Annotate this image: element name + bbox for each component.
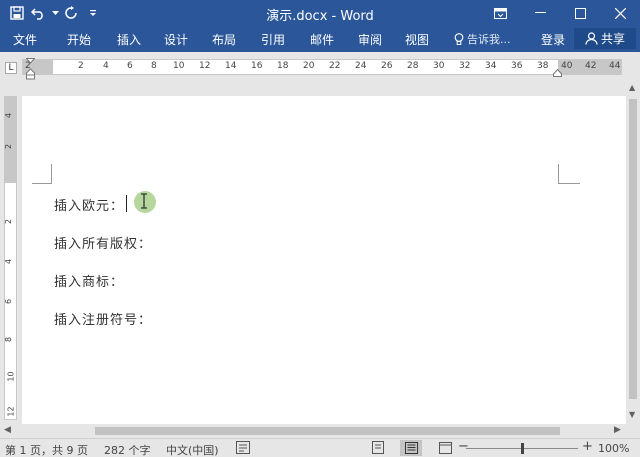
document-line: 插入所有版权：: [54, 237, 153, 252]
restore-icon[interactable]: [560, 0, 600, 26]
ruler-number: 40: [561, 61, 573, 71]
scroll-right-arrow-icon[interactable]: ▶: [614, 425, 621, 435]
tab-file[interactable]: 文件: [13, 31, 37, 48]
vertical-scrollbar[interactable]: ▲ ▼: [626, 79, 640, 424]
language-indicator[interactable]: 中文(中国): [166, 442, 219, 457]
ruler-number: 38: [537, 61, 549, 71]
web-layout-view-icon[interactable]: [434, 440, 456, 456]
ruler-number: 6: [127, 61, 133, 71]
horizontal-ruler[interactable]: 2 2 4 6 8 10 12 14 16 18 20 22 24 26 28 …: [22, 59, 622, 75]
document-line: 插入注册符号：: [54, 313, 153, 328]
ruler-number: 44: [609, 61, 621, 71]
ruler-number: 18: [277, 61, 289, 71]
status-bar: 第 1 页，共 9 页 282 个字 中文(中国) − + 100%: [0, 438, 640, 457]
vertical-ruler-top-margin: [5, 97, 16, 183]
vruler-number: 8: [4, 336, 14, 343]
tell-me-search[interactable]: 告诉我...: [454, 31, 511, 47]
ibeam-cursor-icon: [141, 193, 147, 209]
tab-mailings[interactable]: 邮件: [310, 31, 334, 48]
tab-insert[interactable]: 插入: [117, 31, 141, 48]
ribbon-display-options-icon[interactable]: [480, 0, 520, 26]
ruler-number: 26: [381, 61, 393, 71]
ruler-number: 16: [251, 61, 263, 71]
ruler-number: 24: [355, 61, 367, 71]
tab-design[interactable]: 设计: [164, 31, 188, 48]
ruler-number: 28: [407, 61, 419, 71]
zoom-level[interactable]: 100%: [598, 442, 629, 455]
text-cursor: [126, 195, 127, 212]
user-icon: [585, 32, 598, 45]
document-line: 插入欧元：: [54, 199, 125, 214]
vruler-number: 6: [4, 298, 14, 305]
document-page[interactable]: 插入欧元： 插入所有版权： 插入商标： 插入注册符号：: [22, 96, 626, 424]
ruler-number: 12: [199, 61, 211, 71]
zoom-out-button[interactable]: −: [458, 439, 469, 454]
ruler-number: 20: [303, 61, 315, 71]
vertical-ruler[interactable]: 4 2 2 4 6 8 10 12: [4, 96, 17, 420]
scroll-down-arrow-icon[interactable]: ▼: [629, 410, 635, 419]
share-button[interactable]: 共享: [574, 28, 636, 49]
horizontal-ruler-area: L 2 2 4 6 8 10 12 14 16 18 20 22 24 26 2…: [0, 57, 640, 79]
tab-stop-selector[interactable]: L: [5, 62, 17, 74]
ruler-number: 22: [329, 61, 341, 71]
title-bar: 演示.docx - Word: [0, 0, 640, 26]
scroll-left-arrow-icon[interactable]: ◀: [4, 425, 11, 435]
tab-home[interactable]: 开始: [67, 31, 91, 48]
tab-references[interactable]: 引用: [261, 31, 285, 48]
tell-me-label: 告诉我...: [467, 33, 511, 46]
share-label: 共享: [600, 32, 625, 46]
ruler-number: 42: [585, 61, 597, 71]
sign-in-link[interactable]: 登录: [541, 31, 565, 48]
zoom-in-button[interactable]: +: [582, 439, 593, 454]
vruler-number: 12: [6, 406, 16, 417]
horizontal-scrollbar[interactable]: ◀ ▶: [0, 424, 640, 438]
indent-marker-icon[interactable]: [26, 58, 35, 80]
ruler-number: 14: [225, 61, 237, 71]
vruler-number: 2: [4, 218, 14, 225]
horizontal-scroll-thumb[interactable]: [95, 427, 560, 435]
margin-corner-mark-left: [32, 164, 52, 184]
lightbulb-icon: [454, 32, 464, 45]
ruler-number: 10: [173, 61, 185, 71]
tab-layout[interactable]: 布局: [212, 31, 236, 48]
vruler-number: 4: [4, 258, 14, 265]
ruler-number: 4: [103, 61, 109, 71]
scroll-up-arrow-icon[interactable]: ▲: [629, 83, 635, 92]
word-count[interactable]: 282 个字: [104, 442, 151, 457]
minimize-icon[interactable]: [520, 0, 560, 26]
macro-icon[interactable]: [372, 441, 384, 457]
ruler-number: 30: [433, 61, 445, 71]
margin-corner-mark-right: [558, 164, 580, 184]
zoom-slider-thumb[interactable]: [521, 443, 524, 454]
print-layout-view-icon[interactable]: [400, 440, 422, 456]
ruler-number: 8: [151, 61, 157, 71]
vruler-number: 10: [6, 371, 16, 382]
tab-view[interactable]: 视图: [405, 31, 429, 48]
ruler-number: 32: [459, 61, 471, 71]
ruler-number: 2: [78, 61, 84, 71]
close-icon[interactable]: [600, 0, 640, 26]
vruler-number: 2: [4, 143, 14, 150]
document-line: 插入商标：: [54, 275, 125, 290]
ruler-number: 36: [511, 61, 523, 71]
vruler-number: 4: [4, 112, 14, 119]
window-controls: [480, 0, 640, 26]
tab-review[interactable]: 审阅: [358, 31, 382, 48]
page-count[interactable]: 第 1 页，共 9 页: [5, 442, 88, 457]
ruler-number: 34: [485, 61, 497, 71]
vertical-scroll-thumb[interactable]: [629, 99, 637, 399]
proofing-icon[interactable]: [236, 441, 250, 457]
right-indent-marker-icon[interactable]: [553, 69, 562, 77]
ribbon-tabs: 文件 开始 插入 设计 布局 引用 邮件 审阅 视图 告诉我... 登录: [0, 26, 640, 52]
